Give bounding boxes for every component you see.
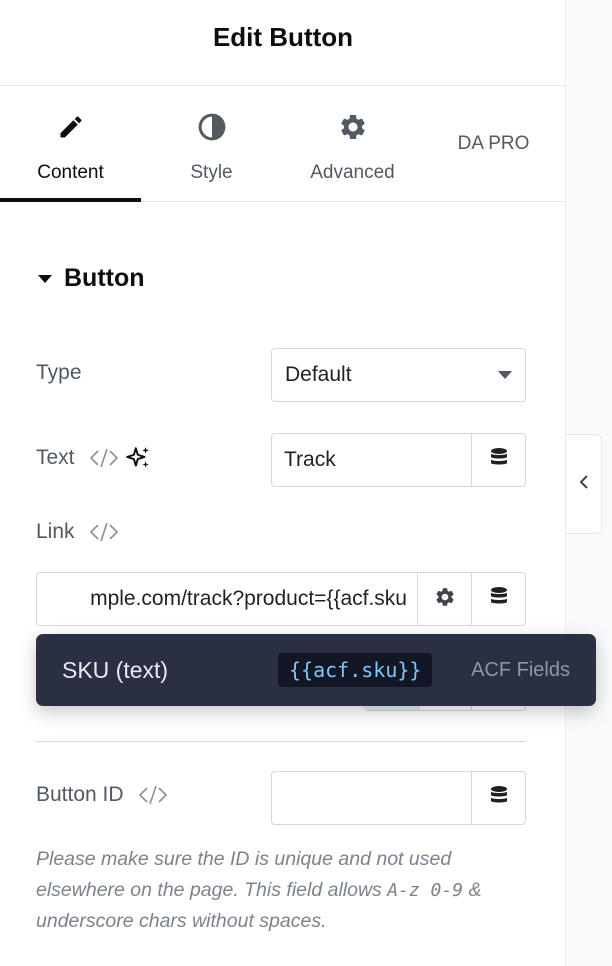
dynamic-tag-code-icon[interactable]: [89, 446, 119, 470]
page-title: Edit Button: [212, 22, 354, 52]
tab-label: Advanced: [310, 162, 395, 183]
suggestion-source: ACF Fields: [471, 658, 570, 681]
database-icon: [489, 785, 509, 812]
link-label-text: Link: [36, 520, 75, 543]
pencil-icon: [57, 112, 85, 142]
section-toggle-button[interactable]: Button: [38, 264, 145, 293]
collapse-panel-button[interactable]: [566, 434, 602, 534]
text-label-text: Text: [36, 446, 75, 469]
section-title: Button: [64, 264, 145, 292]
suggestion-token: {{acf.sku}}: [278, 653, 433, 687]
dynamic-tag-suggestion[interactable]: SKU (text) {{acf.sku}} ACF Fields: [36, 634, 596, 706]
tab-da-pro[interactable]: DA PRO: [423, 86, 564, 202]
tab-advanced[interactable]: Advanced: [282, 86, 423, 202]
dynamic-tag-code-icon[interactable]: [89, 520, 119, 544]
chevron-down-icon: [498, 371, 512, 379]
tab-label: Content: [37, 162, 104, 183]
help-code: A-z 0-9: [387, 880, 464, 901]
text-label: Text: [36, 445, 151, 471]
database-icon: [489, 586, 509, 613]
gear-icon: [434, 586, 456, 613]
tab-label: DA PRO: [457, 133, 530, 154]
gear-icon: [338, 112, 368, 142]
button-id-input[interactable]: [272, 772, 471, 824]
editor-panel: Edit Button Content Style Advanced DA PR…: [0, 0, 566, 966]
dynamic-tags-button[interactable]: [471, 772, 525, 824]
half-circle-icon: [197, 112, 227, 142]
panel-header: Edit Button: [0, 0, 566, 86]
divider: [36, 741, 526, 742]
type-select-value: Default: [285, 363, 352, 386]
tab-style[interactable]: Style: [141, 86, 282, 202]
panel-tabs: Content Style Advanced DA PRO: [0, 86, 566, 202]
ai-sparkle-icon[interactable]: [125, 445, 151, 471]
button-id-input-group: [271, 771, 526, 825]
link-input[interactable]: mple.com/track?product={{acf.sku: [37, 573, 417, 625]
type-label-text: Type: [36, 361, 82, 384]
dynamic-tags-button[interactable]: [471, 434, 525, 486]
suggestion-name: SKU (text): [62, 656, 169, 683]
tab-label: Style: [190, 162, 233, 183]
type-label: Type: [36, 361, 82, 385]
database-icon: [489, 447, 509, 474]
button-id-label-text: Button ID: [36, 783, 124, 806]
type-select[interactable]: Default: [271, 348, 526, 402]
dynamic-tags-button[interactable]: [471, 573, 525, 625]
tab-content[interactable]: Content: [0, 86, 141, 202]
dynamic-tag-code-icon[interactable]: [138, 783, 168, 807]
button-id-label: Button ID: [36, 783, 168, 807]
caret-down-icon: [38, 274, 52, 283]
link-options-button[interactable]: [417, 573, 471, 625]
link-input-group: mple.com/track?product={{acf.sku: [36, 572, 526, 626]
text-input[interactable]: Track: [272, 434, 471, 486]
button-id-help-text: Please make sure the ID is unique and no…: [36, 844, 536, 937]
text-input-group: Track: [271, 433, 526, 487]
link-label: Link: [36, 520, 119, 544]
chevron-left-icon: [578, 473, 590, 496]
